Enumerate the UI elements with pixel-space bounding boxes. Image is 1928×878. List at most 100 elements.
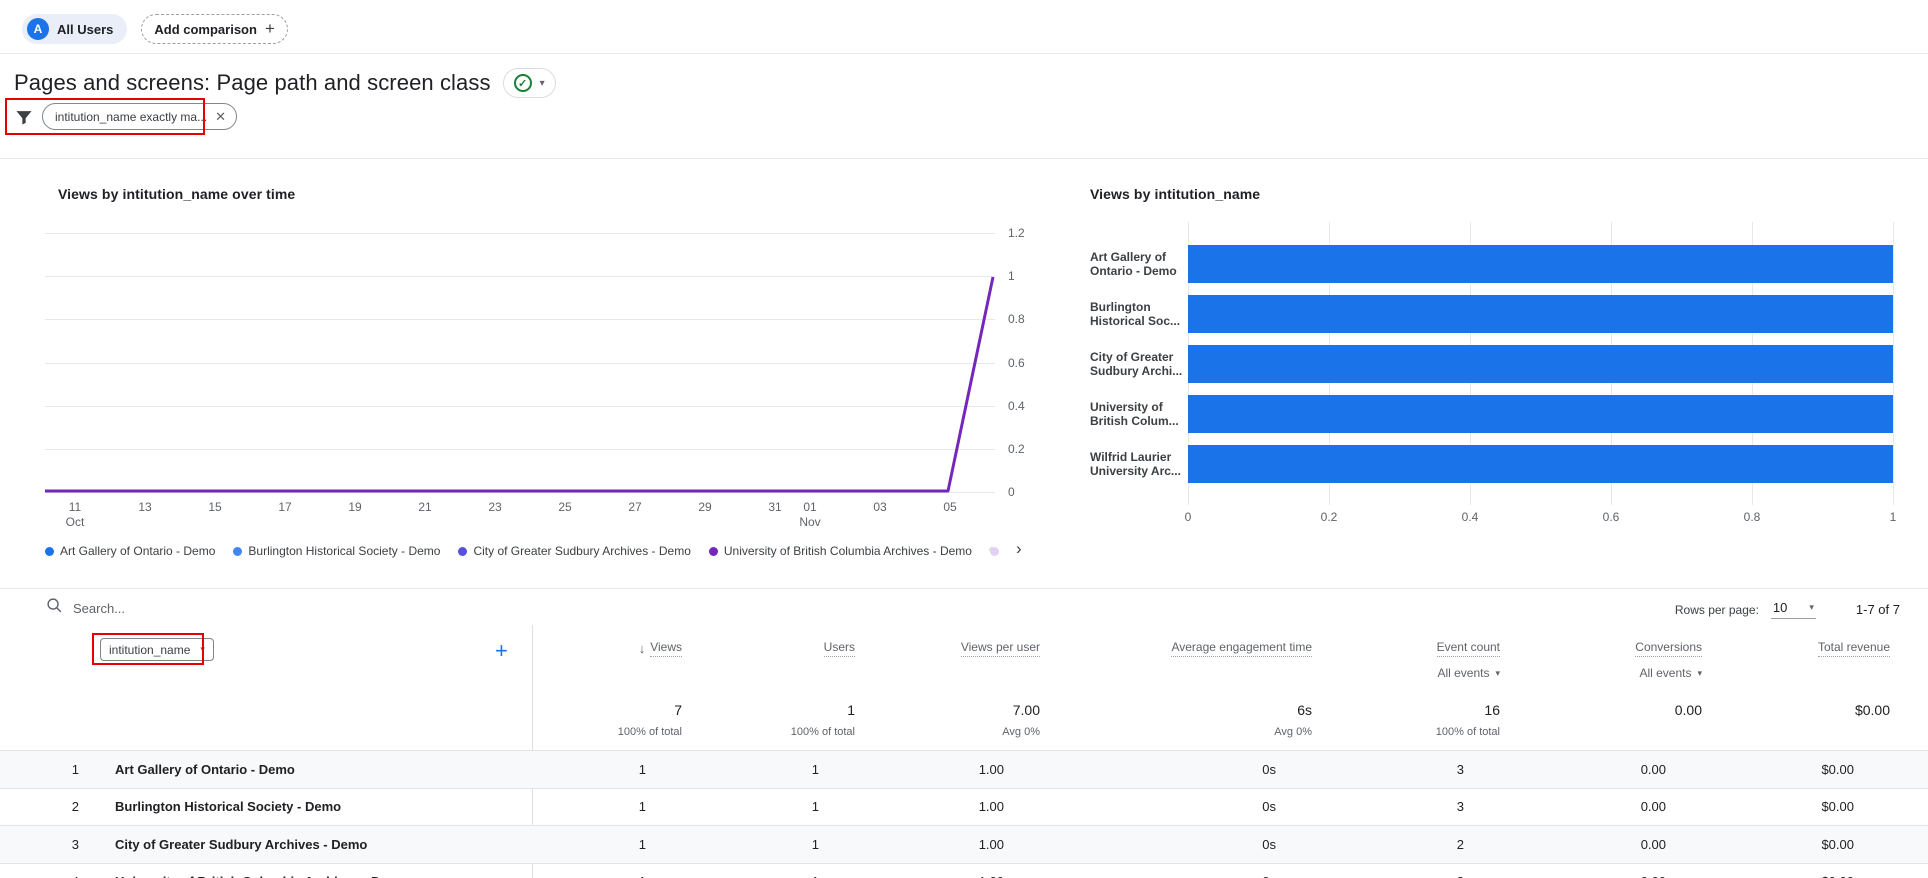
divider: [0, 158, 1928, 159]
bar-category-line: Wilfrid Laurier: [1090, 450, 1186, 464]
close-icon[interactable]: ✕: [215, 109, 226, 125]
metric-cell: 3: [1276, 799, 1464, 814]
column-header-label[interactable]: Users: [824, 640, 855, 657]
column-header-views: ↓Views: [532, 640, 682, 680]
column-header[interactable]: Users: [824, 640, 855, 657]
filter-chip-label: intitution_name exactly ma...: [55, 110, 207, 124]
chevron-down-icon: ▾: [200, 644, 205, 655]
column-header[interactable]: Total revenue: [1818, 640, 1890, 657]
x-axis-tick: 19: [348, 500, 361, 515]
table-row[interactable]: 1Art Gallery of Ontario - Demo111.000s30…: [0, 750, 1928, 788]
x-tick-day: 29: [698, 500, 711, 515]
x-axis-tick: 31: [768, 500, 781, 515]
column-header-label[interactable]: Event count: [1437, 640, 1500, 657]
totals-subtext: Avg 0%: [1274, 726, 1312, 738]
pagination-range: 1-7 of 7: [1856, 602, 1900, 617]
legend-dot-icon: [233, 547, 242, 556]
bar-category-line: Ontario - Demo: [1090, 264, 1186, 278]
legend-next-button[interactable]: ›: [1016, 540, 1022, 558]
event-scope-select[interactable]: All events▾: [1639, 666, 1702, 680]
legend-item[interactable]: University of British Columbia Archives …: [709, 544, 972, 558]
add-column-button[interactable]: +: [495, 638, 508, 664]
avatar: A: [27, 18, 49, 40]
totals-cell: 7.00Avg 0%: [855, 702, 1040, 738]
legend-dot-icon: [458, 547, 467, 556]
filter-funnel-icon[interactable]: [14, 107, 34, 127]
legend-prev-button[interactable]: ‹: [988, 540, 994, 558]
legend-label: University of British Columbia Archives …: [724, 544, 972, 558]
metric-cell: 0s: [1004, 874, 1276, 878]
bar-category-line: Art Gallery of: [1090, 250, 1186, 264]
bar-category-label: BurlingtonHistorical Soc...: [1090, 300, 1186, 328]
line-chart-plot: [45, 233, 995, 492]
bar[interactable]: [1188, 445, 1893, 483]
x-axis-tick: 05: [943, 500, 956, 515]
metric-cell: $0.00: [1666, 799, 1854, 814]
event-scope-select[interactable]: All events▾: [1437, 666, 1500, 680]
legend-dot-icon: [709, 547, 718, 556]
totals-value: 0.00: [1675, 702, 1702, 718]
legend-item[interactable]: City of Greater Sudbury Archives - Demo: [458, 544, 690, 558]
report-status-badge[interactable]: ✓ ▾: [503, 68, 556, 98]
column-header[interactable]: Conversions: [1635, 640, 1702, 657]
column-header[interactable]: ↓Views: [639, 640, 682, 657]
column-header-label[interactable]: Average engagement time: [1171, 640, 1312, 657]
metric-cell: 2: [1276, 874, 1464, 878]
legend-item[interactable]: Burlington Historical Society - Demo: [233, 544, 440, 558]
row-metrics: 111.000s30.00$0.00: [496, 762, 1854, 777]
bar[interactable]: [1188, 345, 1893, 383]
totals-subtext: 100% of total: [791, 726, 855, 738]
metric-cell: 1: [496, 874, 646, 878]
table-row[interactable]: 3City of Greater Sudbury Archives - Demo…: [0, 825, 1928, 863]
metric-cell: 0.00: [1464, 799, 1666, 814]
rows-per-page-select[interactable]: 10 ▾: [1771, 600, 1816, 619]
x-tick-day: 03: [873, 500, 886, 515]
metric-cell: 1.00: [819, 799, 1004, 814]
column-header-label[interactable]: Views: [650, 640, 682, 657]
column-header[interactable]: Views per user: [961, 640, 1040, 657]
metric-cell: 0.00: [1464, 874, 1666, 878]
column-header-label[interactable]: Views per user: [961, 640, 1040, 657]
x-axis-tick: 03: [873, 500, 886, 515]
metric-cell: 1.00: [819, 762, 1004, 777]
row-metrics: 111.000s20.00$0.00: [496, 837, 1854, 852]
x-axis-tick: 23: [488, 500, 501, 515]
column-header[interactable]: Average engagement time: [1171, 640, 1312, 657]
column-header[interactable]: Event count: [1437, 640, 1500, 657]
x-axis-tick: 0: [1185, 510, 1192, 524]
dimension-selector[interactable]: intitution_name ▾: [100, 638, 214, 661]
table-search: [46, 597, 493, 619]
x-axis-tick: 0.2: [1321, 510, 1338, 524]
x-tick-day: 13: [138, 500, 151, 515]
legend-item[interactable]: Art Gallery of Ontario - Demo: [45, 544, 215, 558]
search-input[interactable]: [73, 601, 493, 616]
active-filter-chip[interactable]: intitution_name exactly ma... ✕: [42, 103, 237, 130]
bar[interactable]: [1188, 395, 1893, 433]
bar[interactable]: [1188, 245, 1893, 283]
totals-value: 7: [674, 702, 682, 718]
y-axis-tick: 1.2: [1008, 226, 1025, 240]
x-tick-month: Oct: [66, 515, 85, 530]
metric-cell: 3: [1276, 762, 1464, 777]
table-row[interactable]: 4University of British Columbia Archives…: [0, 863, 1928, 878]
bar-category-line: Historical Soc...: [1090, 314, 1186, 328]
page-title: Pages and screens: Page path and screen …: [14, 70, 491, 96]
column-header-conversions: Conversions All events▾: [1500, 640, 1702, 680]
column-header-total-revenue: Total revenue: [1702, 640, 1890, 680]
add-comparison-button[interactable]: Add comparison +: [141, 14, 288, 44]
legend-label: Burlington Historical Society - Demo: [248, 544, 440, 558]
all-users-chip[interactable]: A All Users: [22, 14, 127, 44]
metric-cell: 1: [646, 799, 819, 814]
event-scope-label: All events: [1639, 666, 1691, 680]
row-number: 4: [0, 874, 79, 878]
table-pager: Rows per page: 10 ▾ 1-7 of 7: [1675, 600, 1900, 619]
metric-cell: 0s: [1004, 837, 1276, 852]
column-header-average-engagement-time: Average engagement time: [1040, 640, 1312, 680]
bar-category-label: Art Gallery ofOntario - Demo: [1090, 250, 1186, 278]
bar-category-line: Sudbury Archi...: [1090, 364, 1186, 378]
column-header-views-per-user: Views per user: [855, 640, 1040, 680]
table-row[interactable]: 2Burlington Historical Society - Demo111…: [0, 788, 1928, 826]
bar[interactable]: [1188, 295, 1893, 333]
column-header-label[interactable]: Conversions: [1635, 640, 1702, 657]
column-header-label[interactable]: Total revenue: [1818, 640, 1890, 657]
